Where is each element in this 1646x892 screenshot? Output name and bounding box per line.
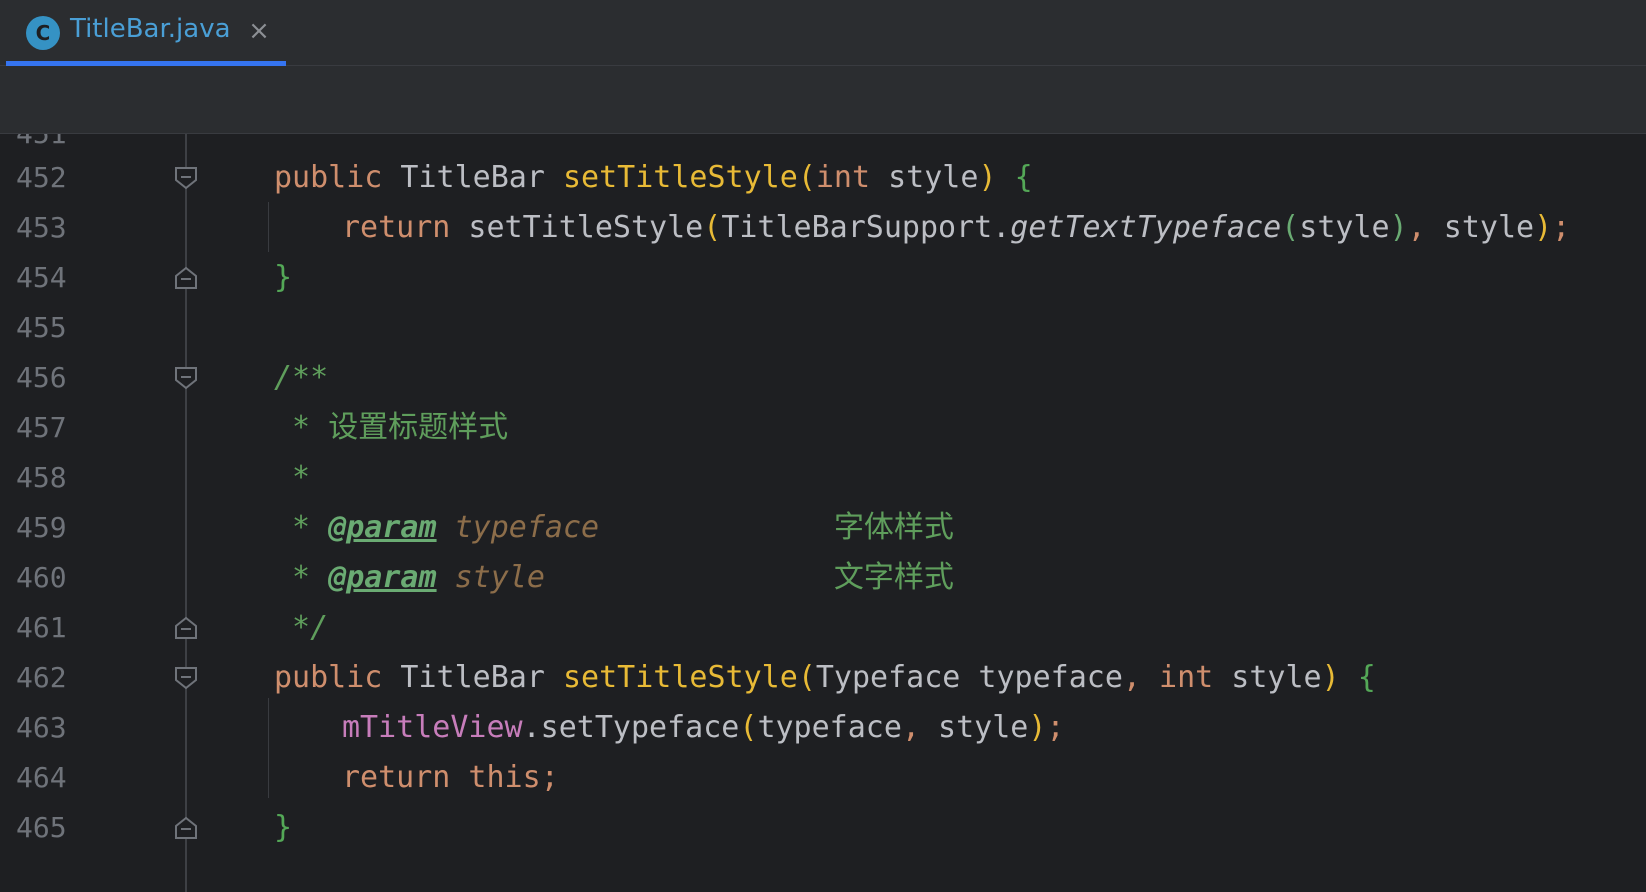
code-line: 460 * @param style 文字样式 [0,552,1646,604]
code-text: public TitleBar setTitleStyle(int style)… [274,160,1033,195]
code-text: } [274,810,293,845]
close-icon[interactable]: × [246,18,272,44]
line-number: 459 [16,511,67,544]
line-number: 458 [16,461,67,494]
code-line: 453 return setTitleStyle(TitleBarSupport… [0,202,1646,254]
line-number: 455 [16,311,67,344]
line-number: 457 [16,411,67,444]
fold-collapse-icon[interactable] [174,366,198,390]
line-number: 462 [16,661,67,694]
line-number: 464 [16,761,67,794]
java-class-icon: C [26,16,60,50]
fold-end-icon[interactable] [174,616,198,640]
line-number: 461 [16,611,67,644]
code-text: } [274,260,293,295]
code-text: mTitleView.setTypeface(typeface, style); [342,710,1065,745]
code-line: 452 public TitleBar setTitleStyle(int st… [0,152,1646,204]
fold-end-icon[interactable] [174,266,198,290]
line-number: 460 [16,561,67,594]
code-text: return setTitleStyle(TitleBarSupport.get… [342,210,1571,245]
code-text: * [274,460,311,495]
fold-end-icon[interactable] [174,816,198,840]
editor-tab-bar: C TitleBar.java × [0,0,1646,66]
code-text: */ [274,610,329,645]
code-line: 465 } [0,802,1646,854]
line-number: 452 [16,161,67,194]
code-line: 455 [0,302,1646,354]
code-text: public TitleBar setTitleStyle(Typeface t… [274,660,1376,695]
code-text: * 设置标题样式 [274,410,509,445]
line-number: 454 [16,261,67,294]
code-line: 456 /** [0,352,1646,404]
code-line: 457 * 设置标题样式 [0,402,1646,454]
code-line: 459 * @param typeface 字体样式 [0,502,1646,554]
line-number: 453 [16,211,67,244]
line-number: 465 [16,811,67,844]
code-editor[interactable]: 451 452 public TitleBar setTitleStyle(in… [0,134,1646,892]
code-text: * @param style 文字样式 [274,560,954,595]
ide-window: C TitleBar.java × 451 452 public TitleBa… [0,0,1646,892]
tab-filename: TitleBar.java [70,14,231,44]
code-line: 454 } [0,252,1646,304]
code-line: 464 return this; [0,752,1646,804]
code-line: 461 */ [0,602,1646,654]
fold-collapse-icon[interactable] [174,166,198,190]
line-number: 456 [16,361,67,394]
editor-toolbar-strip [0,66,1646,134]
line-number: 463 [16,711,67,744]
code-text: return this; [342,760,559,795]
fold-collapse-icon[interactable] [174,666,198,690]
tab-titlebar-java[interactable]: C TitleBar.java × [6,0,286,66]
code-text: * @param typeface 字体样式 [274,510,954,545]
code-line: 462 public TitleBar setTitleStyle(Typefa… [0,652,1646,704]
code-text: /** [274,360,329,395]
code-line: 458 * [0,452,1646,504]
code-line: 463 mTitleView.setTypeface(typeface, sty… [0,702,1646,754]
